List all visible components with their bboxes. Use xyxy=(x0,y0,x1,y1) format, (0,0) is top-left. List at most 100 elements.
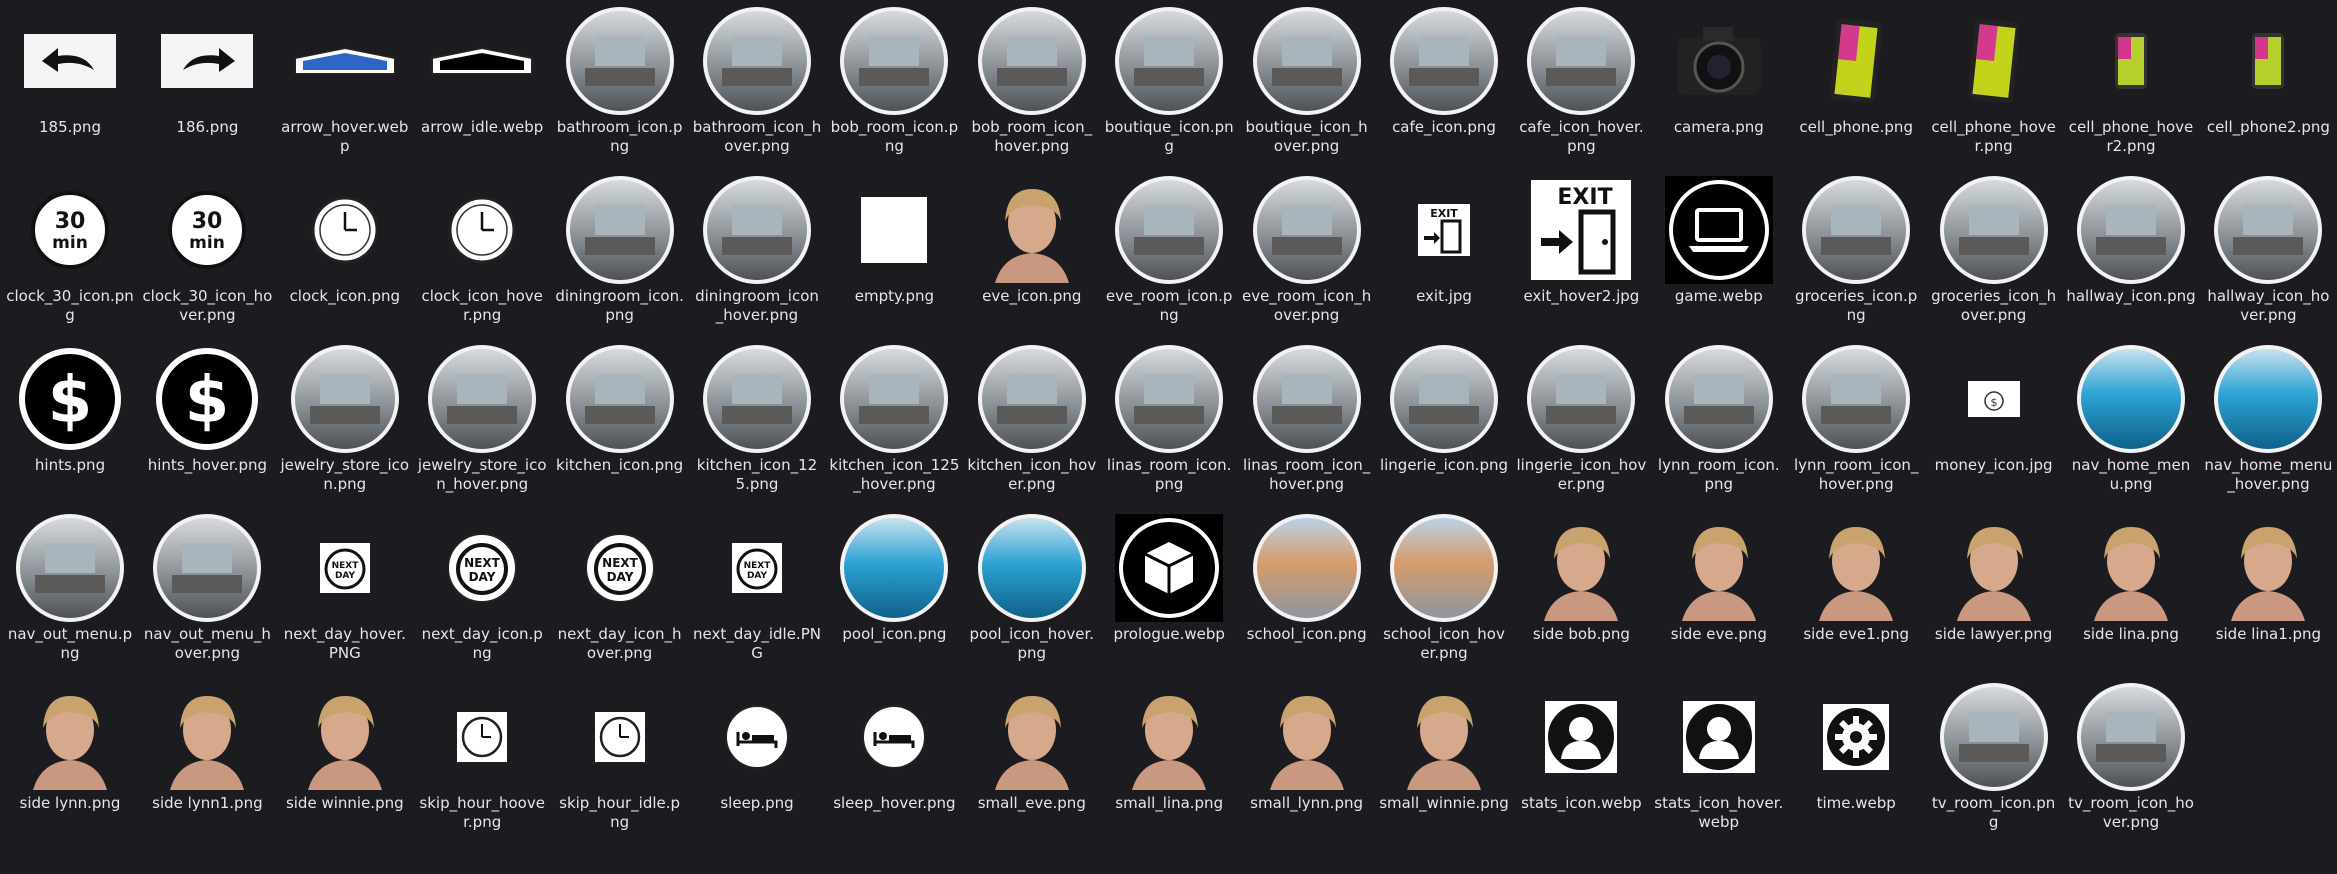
file-item[interactable]: groceries_icon_hover.png xyxy=(1929,169,2059,331)
file-item[interactable]: NEXT DAY next_day_hover.PNG xyxy=(280,507,410,669)
file-item[interactable]: $ hints.png xyxy=(5,338,135,500)
file-item[interactable]: cell_phone_hover2.png xyxy=(2066,0,2196,162)
file-item[interactable]: skip_hour_idle.png xyxy=(555,676,685,838)
file-item[interactable]: 30 min clock_30_icon.png xyxy=(5,169,135,331)
file-item[interactable]: nav_home_menu.png xyxy=(2066,338,2196,500)
file-item[interactable]: $ hints_hover.png xyxy=(142,338,272,500)
room-icon xyxy=(15,513,125,623)
pool-icon xyxy=(977,513,1087,623)
file-item[interactable]: boutique_icon_hover.png xyxy=(1242,0,1372,162)
file-item[interactable]: side bob.png xyxy=(1516,507,1646,669)
file-item[interactable]: prologue.webp xyxy=(1104,507,1234,669)
file-item[interactable]: hallway_icon_hover.png xyxy=(2203,169,2333,331)
file-name: school_icon_hover.png xyxy=(1383,625,1505,662)
file-item[interactable]: side eve.png xyxy=(1654,507,1784,669)
file-item[interactable]: linas_room_icon_hover.png xyxy=(1242,338,1372,500)
file-item[interactable]: empty.png xyxy=(829,169,959,331)
file-item[interactable]: kitchen_icon_125_hover.png xyxy=(829,338,959,500)
file-thumbnail xyxy=(1110,4,1228,118)
file-item[interactable]: tv_room_icon_hover.png xyxy=(2066,676,2196,838)
file-item[interactable]: stats_icon_hover.webp xyxy=(1654,676,1784,838)
file-item[interactable]: school_icon_hover.png xyxy=(1379,507,1509,669)
room-icon xyxy=(1526,6,1636,116)
file-item[interactable]: nav_out_menu.png xyxy=(5,507,135,669)
file-item[interactable]: cell_phone_hover.png xyxy=(1929,0,2059,162)
file-item[interactable]: skip_hour_hoover.png xyxy=(417,676,547,838)
file-item[interactable]: arrow_idle.webp xyxy=(417,0,547,162)
file-item[interactable]: pool_icon.png xyxy=(829,507,959,669)
file-item[interactable]: nav_out_menu_hover.png xyxy=(142,507,272,669)
file-item[interactable]: cell_phone.png xyxy=(1791,0,1921,162)
school-icon xyxy=(1252,513,1362,623)
file-item[interactable]: small_lina.png xyxy=(1104,676,1234,838)
file-thumbnail xyxy=(11,680,129,794)
school-icon xyxy=(1389,513,1499,623)
file-item[interactable]: small_eve.png xyxy=(967,676,1097,838)
file-item[interactable]: 185.png xyxy=(5,0,135,162)
file-item[interactable]: side lynn.png xyxy=(5,676,135,838)
file-item[interactable]: school_icon.png xyxy=(1242,507,1372,669)
file-item[interactable]: bob_room_icon_hover.png xyxy=(967,0,1097,162)
file-item[interactable]: arrow_hover.webp xyxy=(280,0,410,162)
file-item[interactable]: clock_icon_hover.png xyxy=(417,169,547,331)
file-item[interactable]: EXIT exit.jpg xyxy=(1379,169,1509,331)
file-item[interactable]: 186.png xyxy=(142,0,272,162)
file-item[interactable]: tv_room_icon.png xyxy=(1929,676,2059,838)
file-item[interactable]: diningroom_icon_hover.png xyxy=(692,169,822,331)
file-item[interactable]: kitchen_icon_125.png xyxy=(692,338,822,500)
file-item[interactable]: clock_icon.png xyxy=(280,169,410,331)
file-name: next_day_icon_hover.png xyxy=(557,625,682,662)
file-item[interactable]: cell_phone2.png xyxy=(2203,0,2333,162)
file-item[interactable]: eve_room_icon_hover.png xyxy=(1242,169,1372,331)
file-item[interactable]: sleep.png xyxy=(692,676,822,838)
next-day-icon: NEXT DAY xyxy=(446,532,518,604)
file-item[interactable]: eve_icon.png xyxy=(967,169,1097,331)
file-item[interactable]: cafe_icon.png xyxy=(1379,0,1509,162)
file-item[interactable]: lingerie_icon_hover.png xyxy=(1516,338,1646,500)
file-item[interactable]: lynn_room_icon.png xyxy=(1654,338,1784,500)
file-item[interactable]: small_winnie.png xyxy=(1379,676,1509,838)
file-item[interactable]: side lawyer.png xyxy=(1929,507,2059,669)
file-item[interactable]: side winnie.png xyxy=(280,676,410,838)
room-icon xyxy=(702,6,812,116)
file-item[interactable]: side eve1.png xyxy=(1791,507,1921,669)
file-item[interactable]: NEXT DAY next_day_icon_hover.png xyxy=(555,507,685,669)
file-item[interactable]: NEXT DAY next_day_icon.png xyxy=(417,507,547,669)
phone-small-icon xyxy=(2250,31,2286,91)
file-item[interactable]: kitchen_icon.png xyxy=(555,338,685,500)
file-item[interactable]: sleep_hover.png xyxy=(829,676,959,838)
file-item[interactable]: cafe_icon_hover.png xyxy=(1516,0,1646,162)
file-item[interactable]: nav_home_menu_hover.png xyxy=(2203,338,2333,500)
file-item[interactable]: game.webp xyxy=(1654,169,1784,331)
file-item[interactable]: boutique_icon.png xyxy=(1104,0,1234,162)
file-item[interactable]: camera.png xyxy=(1654,0,1784,162)
file-item[interactable]: jewelry_store_icon.png xyxy=(280,338,410,500)
file-item[interactable]: side lina.png xyxy=(2066,507,2196,669)
file-item[interactable]: lingerie_icon.png xyxy=(1379,338,1509,500)
file-item[interactable]: kitchen_icon_hover.png xyxy=(967,338,1097,500)
file-item[interactable]: eve_room_icon.png xyxy=(1104,169,1234,331)
file-item[interactable]: small_lynn.png xyxy=(1242,676,1372,838)
file-thumbnail xyxy=(973,173,1091,287)
file-item[interactable]: bob_room_icon.png xyxy=(829,0,959,162)
file-item[interactable]: stats_icon.webp xyxy=(1516,676,1646,838)
file-item[interactable]: EXIT exit_hover2.jpg xyxy=(1516,169,1646,331)
file-item[interactable]: side lynn1.png xyxy=(142,676,272,838)
file-item[interactable]: groceries_icon.png xyxy=(1791,169,1921,331)
file-item[interactable]: pool_icon_hover.png xyxy=(967,507,1097,669)
file-item[interactable]: time.webp xyxy=(1791,676,1921,838)
file-thumbnail xyxy=(286,173,404,287)
file-item[interactable]: jewelry_store_icon_hover.png xyxy=(417,338,547,500)
file-item[interactable]: lynn_room_icon_hover.png xyxy=(1791,338,1921,500)
file-item[interactable]: 30 min clock_30_icon_hover.png xyxy=(142,169,272,331)
file-item[interactable]: linas_room_icon.png xyxy=(1104,338,1234,500)
file-item[interactable]: bathroom_icon.png xyxy=(555,0,685,162)
file-item[interactable]: diningroom_icon.png xyxy=(555,169,685,331)
file-item[interactable]: hallway_icon.png xyxy=(2066,169,2196,331)
file-item[interactable]: NEXT DAY next_day_idle.PNG xyxy=(692,507,822,669)
file-thumbnail xyxy=(2072,173,2190,287)
file-item[interactable]: $ money_icon.jpg xyxy=(1929,338,2059,500)
file-item[interactable]: side lina1.png xyxy=(2203,507,2333,669)
file-name: school_icon.png xyxy=(1246,625,1367,643)
file-item[interactable]: bathroom_icon_hover.png xyxy=(692,0,822,162)
